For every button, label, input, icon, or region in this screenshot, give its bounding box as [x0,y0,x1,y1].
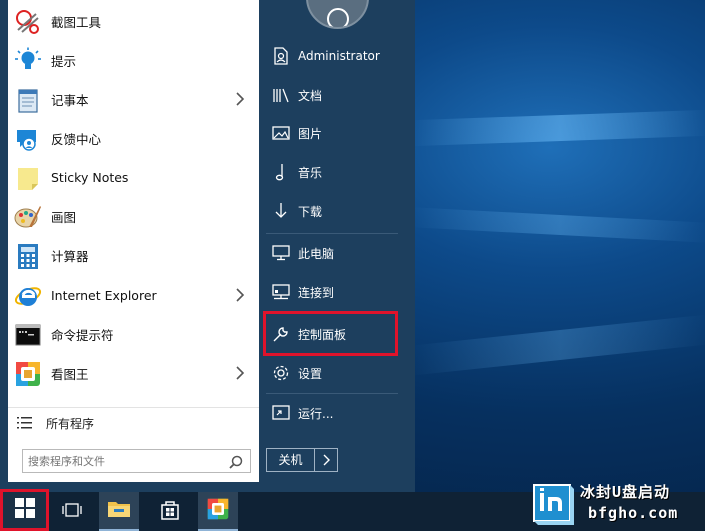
snipping-tool-icon [13,7,43,37]
menu-item-connect-to[interactable]: 连接到 [264,275,399,309]
menu-item-documents[interactable]: 文档 [264,78,399,112]
menu-item-this-pc[interactable]: 此电脑 [264,236,399,270]
download-icon [270,200,292,222]
music-icon [270,161,292,183]
this-pc-icon [270,242,292,264]
program-item-internet-explorer[interactable]: Internet Explorer [8,276,259,315]
menu-item-label: 图片 [298,126,323,141]
start-menu: 截图工具 提示 记事本 反馈中心 Sticky Notes 画图 计算器 Int… [0,0,415,492]
program-item-notepad[interactable]: 记事本 [8,80,259,119]
chevron-right-icon[interactable] [315,454,337,466]
program-label: Internet Explorer [51,288,157,303]
program-list-panel: 截图工具 提示 记事本 反馈中心 Sticky Notes 画图 计算器 Int… [8,0,259,482]
program-item-calculator[interactable]: 计算器 [8,236,259,275]
program-label: Sticky Notes [51,170,129,185]
taskbar-file-explorer[interactable] [99,492,139,531]
menu-item-pictures[interactable]: 图片 [264,116,399,150]
program-label: 记事本 [51,93,89,108]
menu-item-label: 运行... [298,406,334,421]
chevron-right-icon[interactable] [235,287,249,303]
task-view-button[interactable] [52,492,92,531]
taskbar-picture-viewer[interactable] [198,492,238,531]
program-label: 命令提示符 [51,328,114,343]
chevron-right-icon[interactable] [235,365,249,381]
search-input[interactable] [23,451,221,471]
all-programs-button[interactable]: 所有程序 [8,410,259,436]
windows-logo-icon [14,498,35,522]
program-item-paint[interactable]: 画图 [8,197,259,236]
menu-item-label: 设置 [298,366,323,381]
tips-bulb-icon [13,46,43,76]
search-icon[interactable] [229,454,243,473]
program-item-feedback-hub[interactable]: 反馈中心 [8,119,259,158]
user-account-icon [270,45,292,67]
task-view-icon [61,502,83,522]
divider [266,393,398,394]
program-item-sticky-notes[interactable]: Sticky Notes [8,158,259,197]
pictures-icon [270,122,292,144]
all-programs-label: 所有程序 [46,416,95,431]
menu-item-label: 连接到 [298,285,335,300]
command-prompt-icon [13,320,43,350]
menu-item-settings[interactable]: 设置 [264,356,399,390]
menu-item-label: 下载 [298,204,323,219]
notepad-icon [13,85,43,115]
program-label: 画图 [51,210,77,225]
run-icon [270,402,292,424]
watermark: 冰封U盘启动 bfgho.com [530,478,705,528]
paint-palette-icon [13,202,43,232]
picture-viewer-icon [13,359,43,389]
menu-item-label: Administrator [298,49,380,63]
chevron-right-icon[interactable] [235,91,249,107]
calculator-icon [13,241,43,271]
store-bag-icon [159,499,181,525]
internet-explorer-icon [13,281,43,311]
shutdown-label[interactable]: 关机 [267,449,315,471]
menu-item-label: 此电脑 [298,246,335,261]
wallpaper-light-beam [410,109,705,147]
annotation-highlight-box [263,311,398,356]
menu-item-downloads[interactable]: 下载 [264,194,399,228]
menu-item-label: 文档 [298,88,323,103]
user-silhouette-icon [327,8,349,27]
program-label: 计算器 [51,249,89,264]
divider [266,233,398,234]
menu-item-user-account[interactable]: Administrator [264,39,399,73]
start-button[interactable] [0,489,49,531]
settings-gear-icon [270,362,292,384]
feedback-hub-icon [13,124,43,154]
sticky-notes-icon [13,163,43,193]
program-item-picture-viewer[interactable]: 看图王 [8,354,259,393]
program-label: 提示 [51,54,77,69]
program-label: 反馈中心 [51,132,102,147]
program-item-tips[interactable]: 提示 [8,41,259,80]
watermark-url: bfgho.com [588,504,679,522]
menu-item-label: 音乐 [298,165,323,180]
folder-icon [107,499,131,523]
picture-viewer-icon [206,497,230,525]
watermark-logo-icon [530,481,574,525]
documents-icon [270,84,292,106]
menu-item-music[interactable]: 音乐 [264,155,399,189]
list-icon [14,412,36,434]
search-box[interactable] [22,449,251,473]
program-item-command-prompt[interactable]: 命令提示符 [8,315,259,354]
wallpaper-light-beam [410,207,705,243]
divider [8,407,259,408]
program-item-snipping-tool[interactable]: 截图工具 [8,2,259,41]
watermark-title: 冰封U盘启动 [580,483,671,501]
program-label: 看图王 [51,367,89,382]
menu-item-run[interactable]: 运行... [264,396,399,430]
connect-to-icon [270,281,292,303]
wallpaper-light-beam [410,314,705,376]
user-avatar[interactable] [306,0,369,29]
shutdown-button[interactable]: 关机 [266,448,338,472]
taskbar-store[interactable] [150,492,190,531]
program-label: 截图工具 [51,15,102,30]
